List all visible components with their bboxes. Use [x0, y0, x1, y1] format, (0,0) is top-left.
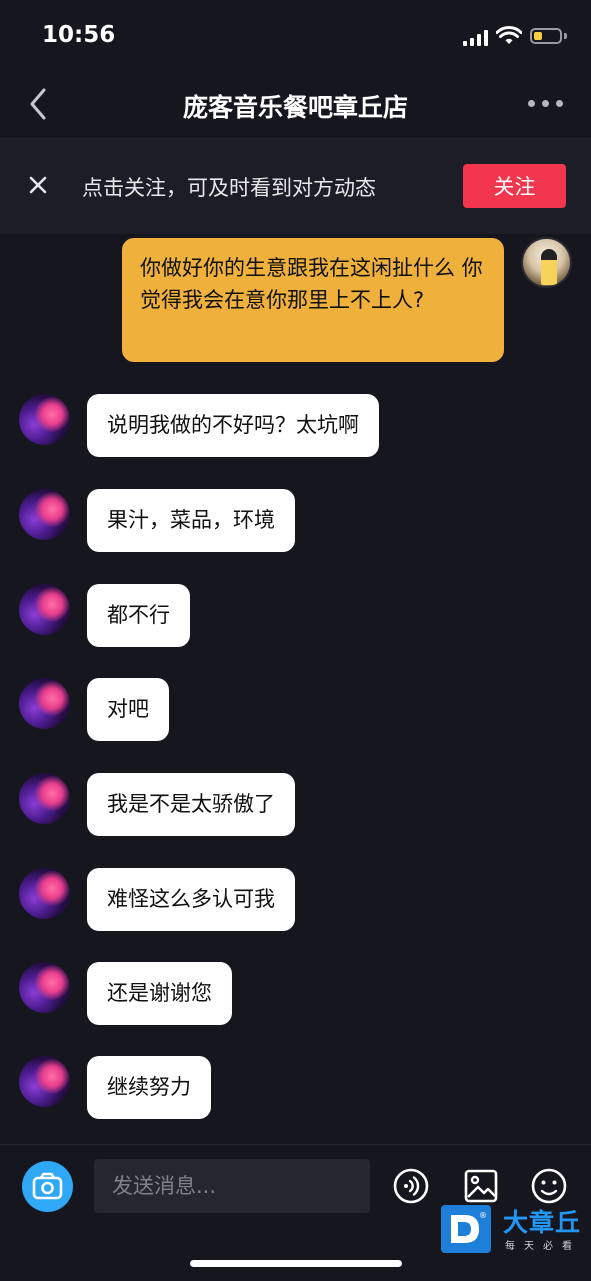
outgoing-bubble[interactable]: 你做好你的生意跟我在这闲扯什么 你觉得我会在意你那里上不上人? [122, 238, 504, 362]
my-avatar[interactable] [521, 237, 572, 288]
follow-button[interactable]: 关注 [463, 164, 566, 208]
message-input[interactable] [94, 1159, 370, 1213]
contact-avatar[interactable] [19, 962, 70, 1013]
chat-messages[interactable]: 你做好你的生意跟我在这闲扯什么 你觉得我会在意你那里上不上人? 说明我做的不好吗… [0, 234, 591, 1144]
follow-banner: 点击关注，可及时看到对方动态 关注 [0, 139, 591, 234]
battery-tip [564, 33, 567, 39]
incoming-bubble[interactable]: 都不行 [87, 584, 190, 647]
contact-avatar[interactable] [19, 678, 70, 729]
svg-text:®: ® [479, 1211, 487, 1220]
nav-bar: 庞客音乐餐吧章丘店 [0, 72, 591, 139]
incoming-bubble[interactable]: 说明我做的不好吗？太坑啊 [87, 394, 379, 457]
status-bar: 10:56 [0, 0, 591, 72]
wifi-icon [496, 26, 522, 44]
follow-hint-text: 点击关注，可及时看到对方动态 [82, 176, 376, 200]
incoming-bubble[interactable]: 果汁，菜品，环境 [87, 489, 295, 552]
contact-avatar[interactable] [19, 773, 70, 824]
image-icon[interactable] [462, 1167, 500, 1205]
contact-avatar[interactable] [19, 394, 70, 445]
contact-avatar[interactable] [19, 584, 70, 635]
incoming-bubble[interactable]: 还是谢谢您 [87, 962, 232, 1025]
close-icon[interactable] [26, 173, 50, 197]
watermark-slogan: 每天必看 [505, 1241, 581, 1252]
cellular-signal-icon [463, 30, 489, 46]
incoming-bubble[interactable]: 我是不是太骄傲了 [87, 773, 295, 836]
contact-avatar[interactable] [19, 1056, 70, 1107]
contact-avatar[interactable] [19, 489, 70, 540]
watermark: ® 大章丘 每天必看 [441, 1205, 591, 1255]
home-indicator [190, 1260, 402, 1267]
watermark-title: 大章丘 [503, 1208, 582, 1237]
more-dots-icon[interactable] [528, 98, 564, 108]
contact-avatar[interactable] [19, 868, 70, 919]
voice-icon[interactable] [392, 1167, 430, 1205]
incoming-bubble[interactable]: 难怪这么多认可我 [87, 868, 295, 931]
incoming-bubble[interactable]: 对吧 [87, 678, 169, 741]
camera-icon [32, 1172, 63, 1200]
incoming-bubble[interactable]: 继续努力 [87, 1056, 211, 1119]
page-title: 庞客音乐餐吧章丘店 [182, 93, 408, 122]
camera-button[interactable] [22, 1161, 73, 1212]
emoji-icon[interactable] [530, 1167, 568, 1205]
battery-icon [530, 28, 562, 44]
status-time: 10:56 [42, 22, 116, 48]
watermark-logo-icon: ® [441, 1205, 491, 1253]
